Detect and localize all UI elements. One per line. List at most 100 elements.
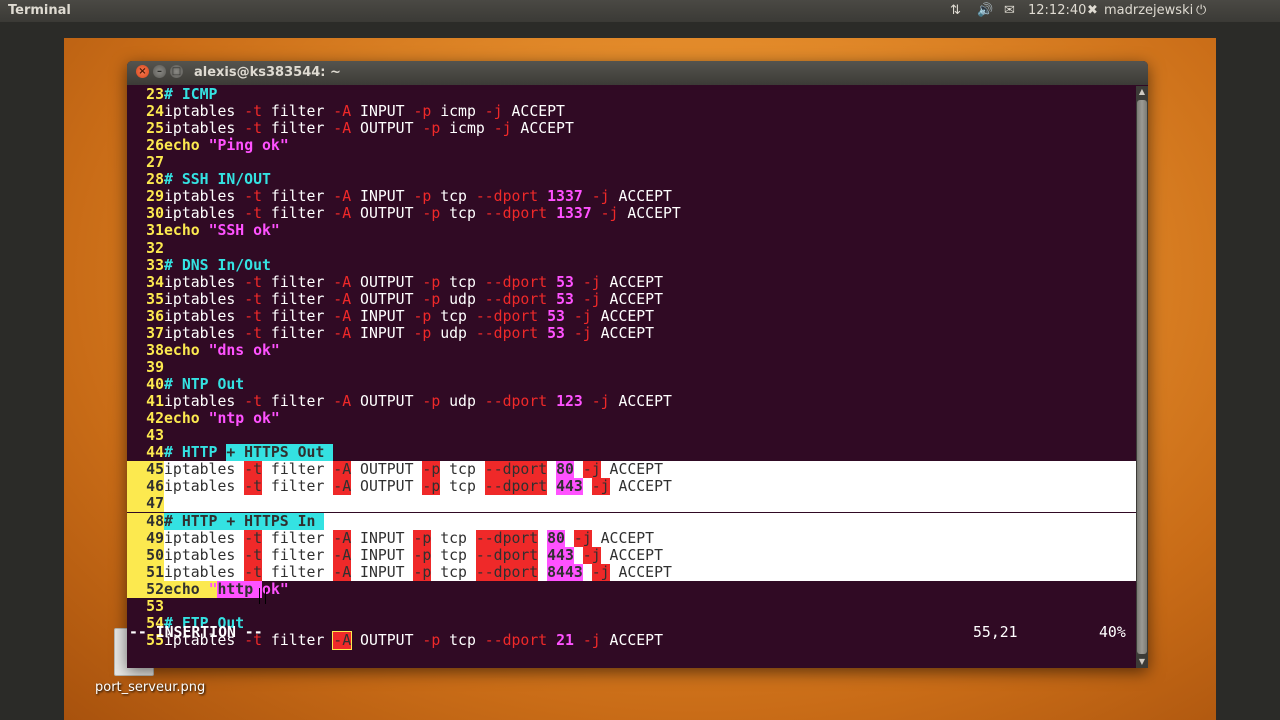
minimize-button[interactable]: –: [153, 65, 166, 78]
power-icon[interactable]: ⏻: [1196, 0, 1206, 22]
editor-line[interactable]: 44 # HTTP + HTTPS Out: [127, 444, 1136, 462]
line-number: 31: [146, 222, 164, 240]
line-number: 30: [146, 205, 164, 223]
editor-line[interactable]: 34 iptables -t filter -A OUTPUT -p tcp --…: [127, 274, 1136, 291]
line-number: 53: [146, 597, 164, 615]
editor-line[interactable]: 25 iptables -t filter -A OUTPUT -p icmp -…: [127, 120, 1136, 137]
vertical-scrollbar[interactable]: ▲ ▼: [1136, 86, 1148, 668]
top-panel: Terminal ⇅ 🔊 ✉ 12:12:40 ✖ madrzejewski ⏻: [0, 0, 1280, 22]
editor-line[interactable]: 43: [127, 427, 1136, 444]
scroll-down-arrow-icon[interactable]: ▼: [1136, 656, 1148, 668]
line-content: iptables -t filter -A OUTPUT -p tcp --dp…: [164, 478, 672, 496]
scroll-percent: 40%: [1099, 624, 1126, 641]
line-content: # NTP Out: [164, 376, 245, 394]
maximize-button[interactable]: □: [170, 65, 183, 78]
vim-status-line: -- INSERTION -- 55,21 40%: [127, 623, 1136, 643]
editor-line[interactable]: 33 # DNS In/Out: [127, 257, 1136, 274]
line-content: iptables -t filter -A INPUT -p tcp --dpo…: [164, 546, 663, 564]
vim-editor[interactable]: 23 # ICMP 24 iptables -t filter -A INPUT -p…: [127, 86, 1136, 668]
desktop-file-label[interactable]: port_serveur.png: [95, 680, 205, 695]
user-status-icon[interactable]: ✖: [1087, 0, 1098, 22]
cursor-position: 55,21: [973, 624, 1018, 641]
line-number: 37: [146, 324, 164, 342]
editor-line[interactable]: 41 iptables -t filter -A OUTPUT -p udp --…: [127, 393, 1136, 410]
editor-line[interactable]: 23 # ICMP: [127, 86, 1136, 103]
mail-icon[interactable]: ✉: [1004, 0, 1015, 22]
clock[interactable]: 12:12:40: [1028, 0, 1086, 22]
network-arrows-icon[interactable]: ⇅: [950, 0, 961, 22]
line-number: 46: [127, 478, 164, 496]
editor-line[interactable]: 50 iptables -t filter -A INPUT -p tcp --d…: [127, 546, 1136, 564]
username[interactable]: madrzejewski: [1104, 0, 1193, 22]
editor-line[interactable]: 53: [127, 598, 1136, 615]
editor-line[interactable]: 45 iptables -t filter -A OUTPUT -p tcp --…: [127, 461, 1136, 479]
editor-line[interactable]: 31 echo "SSH ok": [127, 222, 1136, 239]
line-content: echo "SSH ok": [164, 222, 280, 240]
line-content: iptables -t filter -A INPUT -p icmp -j A…: [164, 103, 565, 121]
editor-line[interactable]: 30 iptables -t filter -A OUTPUT -p tcp --…: [127, 205, 1136, 222]
editor-line[interactable]: 37 iptables -t filter -A INPUT -p udp --d…: [127, 325, 1136, 342]
editor-line[interactable]: 38 echo "dns ok": [127, 342, 1136, 359]
editor-line[interactable]: 47: [127, 495, 1136, 513]
line-content: echo "http ok": [164, 580, 289, 598]
line-content: # DNS In/Out: [164, 256, 271, 274]
line-content: iptables -t filter -A INPUT -p tcp --dpo…: [164, 188, 672, 206]
line-content: echo "ntp ok": [164, 410, 280, 428]
editor-line[interactable]: 46 iptables -t filter -A OUTPUT -p tcp --…: [127, 478, 1136, 496]
line-content: # ICMP: [164, 86, 218, 103]
line-number: 36: [146, 307, 164, 325]
line-number: 29: [146, 188, 164, 206]
line-number: 41: [146, 393, 164, 411]
editor-line[interactable]: 26 echo "Ping ok": [127, 137, 1136, 154]
line-number: 47: [127, 495, 164, 513]
line-number: 43: [146, 427, 164, 445]
line-number: 51: [127, 563, 164, 581]
editor-line[interactable]: 27: [127, 154, 1136, 171]
line-number: 28: [146, 171, 164, 189]
scroll-thumb[interactable]: [1137, 100, 1147, 654]
volume-icon[interactable]: 🔊: [977, 0, 993, 22]
editor-line[interactable]: 36 iptables -t filter -A INPUT -p tcp --d…: [127, 308, 1136, 325]
line-number: 34: [146, 273, 164, 291]
line-content: iptables -t filter -A OUTPUT -p udp --dp…: [164, 290, 663, 308]
line-number: 38: [146, 341, 164, 359]
line-content: iptables -t filter -A OUTPUT -p tcp --dp…: [164, 273, 663, 291]
line-number: 25: [146, 120, 164, 138]
line-number: 44: [146, 444, 164, 462]
active-app-title: Terminal: [8, 3, 71, 18]
editor-line[interactable]: 29 iptables -t filter -A INPUT -p tcp --d…: [127, 188, 1136, 205]
line-content: iptables -t filter -A INPUT -p tcp --dpo…: [164, 563, 672, 581]
editor-line[interactable]: 39: [127, 359, 1136, 376]
line-number: 33: [146, 256, 164, 274]
window-title: alexis@ks383544: ~: [194, 65, 341, 80]
line-content: echo "Ping ok": [164, 137, 289, 155]
line-number: 52: [127, 580, 164, 598]
editor-line[interactable]: 48 # HTTP + HTTPS In: [127, 512, 1136, 530]
editor-line[interactable]: 32: [127, 240, 1136, 257]
line-content: iptables -t filter -A INPUT -p tcp --dpo…: [164, 529, 655, 547]
close-button[interactable]: ×: [136, 65, 149, 78]
line-number: 27: [146, 154, 164, 172]
editor-line[interactable]: 28 # SSH IN/OUT: [127, 171, 1136, 188]
line-number: 48: [127, 512, 164, 530]
line-number: 42: [146, 410, 164, 428]
mode-indicator: -- INSERTION --: [129, 624, 263, 641]
line-number: 24: [146, 103, 164, 121]
scroll-up-arrow-icon[interactable]: ▲: [1136, 86, 1148, 98]
line-number: 40: [146, 376, 164, 394]
line-number: 26: [146, 137, 164, 155]
line-content: echo "dns ok": [164, 341, 280, 359]
text-cursor-icon: [259, 588, 266, 604]
window-titlebar[interactable]: × – □ alexis@ks383544: ~: [127, 61, 1148, 85]
editor-line[interactable]: 40 # NTP Out: [127, 376, 1136, 393]
line-number: 50: [127, 546, 164, 564]
editor-line[interactable]: 35 iptables -t filter -A OUTPUT -p udp --…: [127, 291, 1136, 308]
line-content: iptables -t filter -A OUTPUT -p tcp --dp…: [164, 205, 681, 223]
line-number: 39: [146, 358, 164, 376]
editor-line[interactable]: 49 iptables -t filter -A INPUT -p tcp --d…: [127, 529, 1136, 547]
editor-line[interactable]: 52 echo "http ok": [127, 580, 1136, 598]
editor-line[interactable]: 51 iptables -t filter -A INPUT -p tcp --d…: [127, 563, 1136, 581]
editor-line[interactable]: 42 echo "ntp ok": [127, 410, 1136, 427]
editor-line[interactable]: 24 iptables -t filter -A INPUT -p icmp -j…: [127, 103, 1136, 120]
terminal-window[interactable]: × – □ alexis@ks383544: ~ 23 # ICMP 24 iptab…: [127, 61, 1148, 668]
